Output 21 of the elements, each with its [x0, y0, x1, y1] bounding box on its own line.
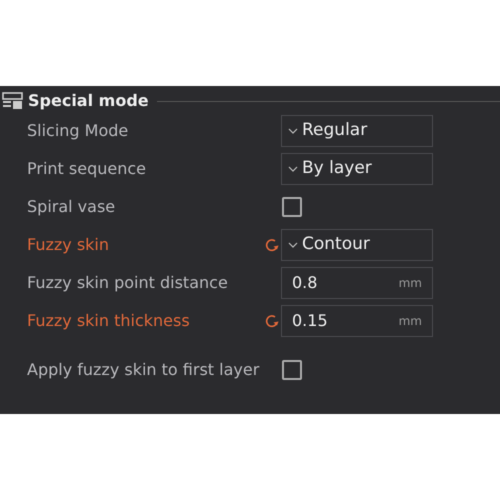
chevron-down-icon	[288, 242, 298, 248]
number-field[interactable]: 0.15 mm	[281, 305, 433, 337]
section-title: Special mode	[28, 90, 149, 112]
dropdown[interactable]: By layer	[281, 153, 433, 185]
chevron-down-icon	[288, 166, 298, 172]
checkbox[interactable]	[282, 197, 302, 217]
setting-label: Fuzzy skin thickness	[26, 310, 191, 332]
chevron-down-icon	[288, 128, 298, 134]
checkbox[interactable]	[282, 360, 302, 380]
reset-icon[interactable]	[264, 313, 280, 329]
setting-label: Slicing Mode	[26, 120, 130, 142]
section-icon	[2, 91, 24, 111]
setting-label: Print sequence	[26, 158, 147, 180]
number-field[interactable]: 0.8 mm	[281, 267, 433, 299]
setting-label: Spiral vase	[26, 196, 116, 218]
dropdown[interactable]: Contour	[281, 229, 433, 261]
setting-label: Fuzzy skin point distance	[26, 272, 229, 294]
dropdown[interactable]: Regular	[281, 115, 433, 147]
setting-label: Apply fuzzy skin to first layer	[26, 359, 260, 382]
setting-label: Fuzzy skin	[26, 234, 110, 256]
reset-icon[interactable]	[264, 237, 280, 253]
